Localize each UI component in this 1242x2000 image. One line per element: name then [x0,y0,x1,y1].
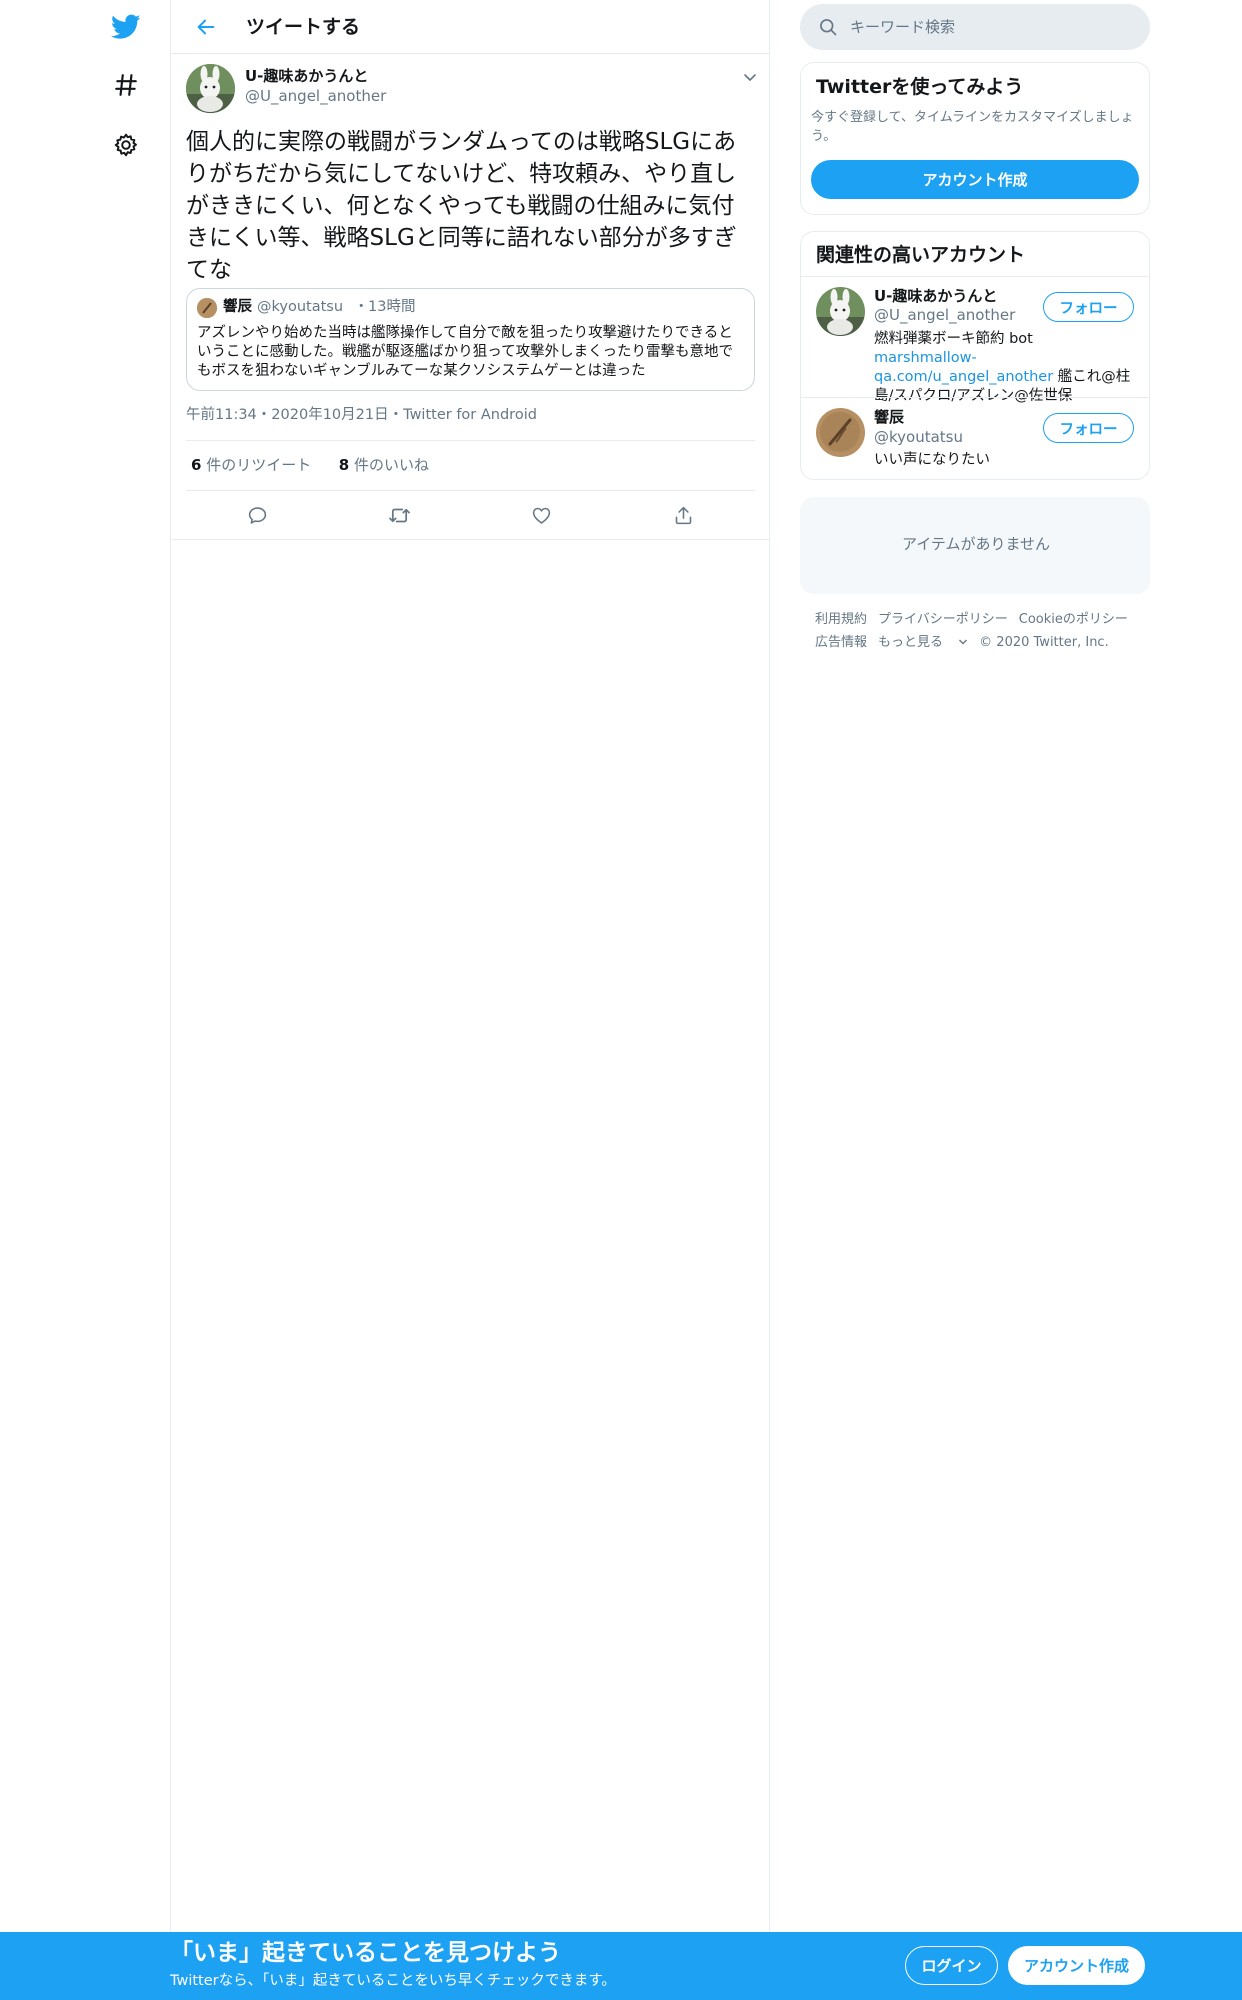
meta-separator: ・ [388,407,404,423]
chevron-down-icon [959,639,968,645]
account-avatar[interactable] [816,408,865,457]
cookie-link[interactable]: Cookieのポリシー [1019,612,1128,627]
author-avatar[interactable] [186,64,235,113]
likes-count: 8 [338,456,350,474]
reply-icon[interactable] [238,498,276,532]
bottom-bar-title: 「いま」起きていることを見つけよう [170,1940,561,1966]
author-name[interactable]: U-趣味あかうんと [245,66,368,86]
account-bio: 燃料弾薬ボーキ節約 bot marshmallow-qa.com/u_angel… [874,330,1138,406]
bottom-bar-subtitle: Twitterなら、「いま」起きていることをいち早くチェックできます。 [170,1973,616,1989]
quote-tweet[interactable]: 響辰 @kyoutatsu ・ 13時間 アズレンやり始めた当時は艦隊操作して自… [186,288,755,391]
retweets-label: 件のリツイート [206,456,312,474]
likes-stat[interactable]: 8 件のいいね [339,456,429,474]
bio-text: 燃料弾薬ボーキ節約 bot [874,331,1033,347]
account-name[interactable]: U-趣味あかうんと [874,286,997,306]
account-name[interactable]: 響辰 [874,407,904,427]
signup-panel-description: 今すぐ登録して、タイムラインをカスタマイズしましょう。 [811,110,1134,144]
quote-author-avatar [197,298,217,318]
follow-button[interactable]: フォロー [1043,413,1134,443]
search-input[interactable] [850,4,1130,50]
like-heart-icon[interactable] [522,498,560,532]
tweet-time[interactable]: 午前11:34 [186,407,257,423]
signup-panel-title: Twitterを使ってみよう [816,76,1024,98]
divider [171,539,770,540]
main-header: ツイートする [171,0,770,54]
terms-link[interactable]: 利用規約 [815,612,867,627]
account-handle[interactable]: @kyoutatsu [874,428,963,447]
signup-panel: Twitterを使ってみよう 今すぐ登録して、タイムラインをカスタマイズしましょ… [800,62,1150,215]
share-icon[interactable] [664,498,702,532]
divider [186,440,755,441]
main-column: ツイートする U-趣味あかうんと @U_angel_another 個人的に実際… [170,0,770,1932]
related-account-item[interactable]: U-趣味あかうんと @U_angel_another フォロー 燃料弾薬ボーキ節… [801,277,1149,404]
back-arrow-icon[interactable] [187,8,225,46]
quote-author-handle: @kyoutatsu [257,299,344,315]
empty-message: アイテムがありません [901,535,1051,553]
tweet-meta: 午前11:34・2020年10月21日・Twitter for Android [186,405,537,425]
login-button[interactable]: ログイン [905,1946,998,1985]
twitter-logo-icon[interactable] [107,8,145,46]
footer-links-row1: 利用規約 プライバシーポリシー Cookieのポリシー [815,611,1139,629]
privacy-link[interactable]: プライバシーポリシー [878,612,1008,627]
settings-gear-icon[interactable] [107,126,145,164]
copyright: © 2020 Twitter, Inc. [979,635,1109,650]
hashtag-icon[interactable] [107,66,145,104]
tweet-source[interactable]: Twitter for Android [403,407,537,423]
more-link-label: もっと見る [878,635,944,650]
trends-panel: アイテムがありません [800,497,1150,594]
retweets-count: 6 [191,456,202,474]
signup-button[interactable]: アカウント作成 [1008,1946,1145,1985]
ads-info-link[interactable]: 広告情報 [815,635,867,650]
meta-separator: ・ [256,407,272,423]
search-bar [800,4,1150,50]
tweet-stats: 6 件のリツイート 8 件のいいね [191,454,429,476]
related-accounts-panel: 関連性の高いアカウント U-趣味あかうんと @U_angel_another フ… [800,231,1150,480]
related-account-item[interactable]: 響辰 @kyoutatsu フォロー いい声になりたい [801,398,1149,478]
retweet-icon[interactable] [380,498,418,532]
account-avatar[interactable] [816,287,865,336]
quote-time: 13時間 [368,299,416,315]
tweet-date[interactable]: 2020年10月21日 [271,407,388,423]
more-link[interactable]: もっと見る [878,635,968,650]
quote-text: アズレンやり始めた当時は艦隊操作して自分で敵を狙ったり攻撃避けたりできるというこ… [197,325,734,379]
likes-label: 件のいいね [354,456,430,474]
search-icon [818,17,838,41]
account-bio: いい声になりたい [874,452,990,468]
create-account-button[interactable]: アカウント作成 [811,160,1139,199]
tweet-text: 個人的に実際の戦闘がランダムってのは戦略SLGにありがちだから気にしてないけど、… [186,129,737,283]
page-title: ツイートする [246,16,361,38]
divider [186,490,755,491]
retweets-stat[interactable]: 6 件のリツイート [191,456,311,474]
related-accounts-title: 関連性の高いアカウント [816,244,1026,266]
follow-button[interactable]: フォロー [1043,292,1134,322]
author-handle[interactable]: @U_angel_another [245,87,386,106]
chevron-down-icon[interactable] [739,66,761,88]
quote-author-name: 響辰 [223,299,252,315]
bio-link[interactable]: marshmallow-qa.com/u_angel_another [874,350,1053,385]
quote-separator: ・ [354,299,369,315]
account-handle[interactable]: @U_angel_another [874,306,1015,325]
footer-links-row2: 広告情報 もっと見る © 2020 Twitter, Inc. [815,634,1120,652]
bottom-signup-bar: 「いま」起きていることを見つけよう Twitterなら、「いま」起きていることを… [0,1932,1242,2000]
